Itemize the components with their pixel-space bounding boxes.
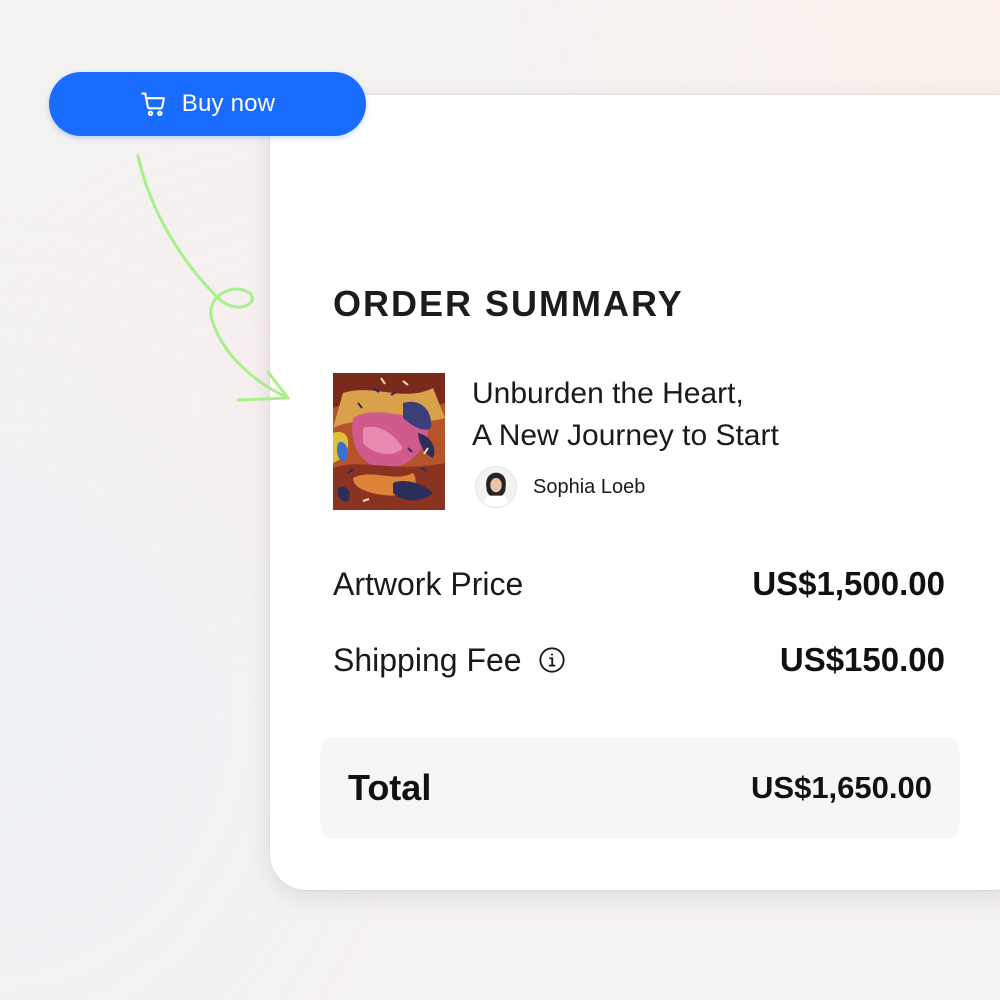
order-summary-title: ORDER SUMMARY	[333, 283, 684, 324]
artwork-price-value: US$1,500.00	[752, 565, 945, 602]
shipping-fee-label-group: Shipping Fee	[333, 642, 566, 679]
shipping-fee-row: Shipping Fee US$150.00	[333, 641, 945, 679]
shipping-fee-value: US$150.00	[779, 641, 945, 678]
buy-now-button[interactable]: Buy now	[49, 72, 366, 136]
cart-icon	[141, 92, 165, 117]
total-value: US$1,650.00	[751, 770, 932, 805]
order-summary-card: ORDER SUMMARY Unburden the Heart, A New …	[270, 95, 1000, 890]
avatar	[475, 466, 517, 508]
artwork-price-label: Artwork Price	[333, 565, 524, 602]
artwork-title-line1: Unburden the Heart,	[472, 377, 744, 410]
total-label: Total	[348, 767, 432, 808]
artist-info[interactable]: Sophia Loeb	[475, 466, 645, 508]
info-icon[interactable]	[538, 646, 566, 674]
artwork-title[interactable]: Unburden the Heart, A New Journey to Sta…	[472, 373, 932, 457]
artist-name: Sophia Loeb	[533, 475, 646, 498]
artwork-title-line2: A New Journey to Start	[472, 419, 779, 452]
artwork-thumbnail[interactable]	[333, 373, 445, 510]
buy-now-label: Buy now	[181, 90, 276, 117]
shipping-fee-label: Shipping Fee	[333, 641, 522, 678]
artwork-price-row: Artwork Price US$1,500.00	[333, 565, 945, 603]
total-row: Total US$1,650.00	[320, 737, 960, 839]
